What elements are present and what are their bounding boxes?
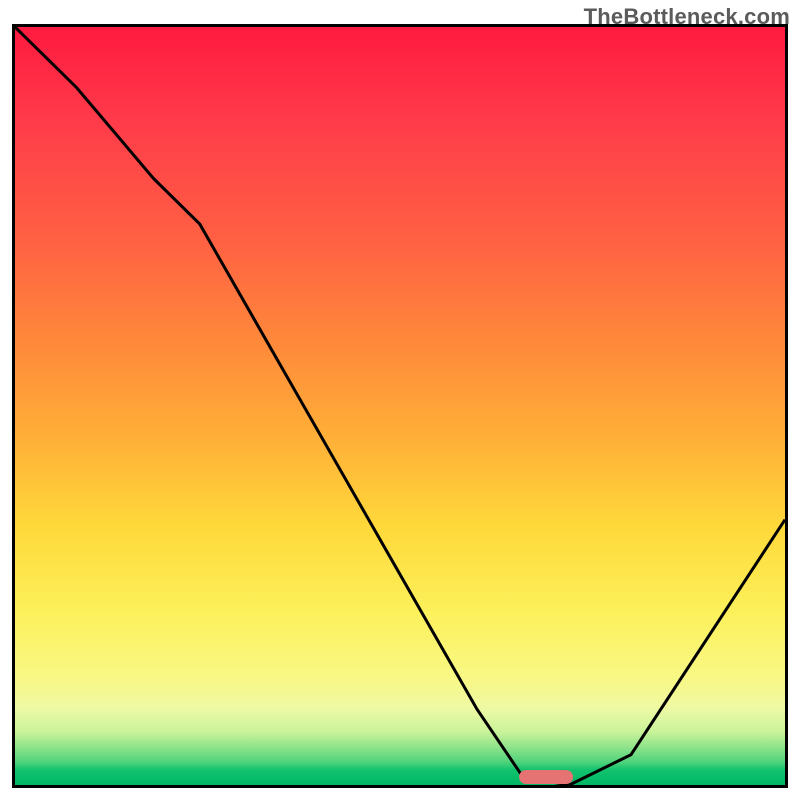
bottleneck-chart: TheBottleneck.com	[0, 0, 800, 800]
watermark-text: TheBottleneck.com	[584, 4, 790, 30]
curve-path	[15, 27, 785, 785]
bottleneck-curve	[15, 27, 785, 785]
plot-area	[12, 24, 788, 788]
optimal-range-marker	[519, 770, 573, 784]
